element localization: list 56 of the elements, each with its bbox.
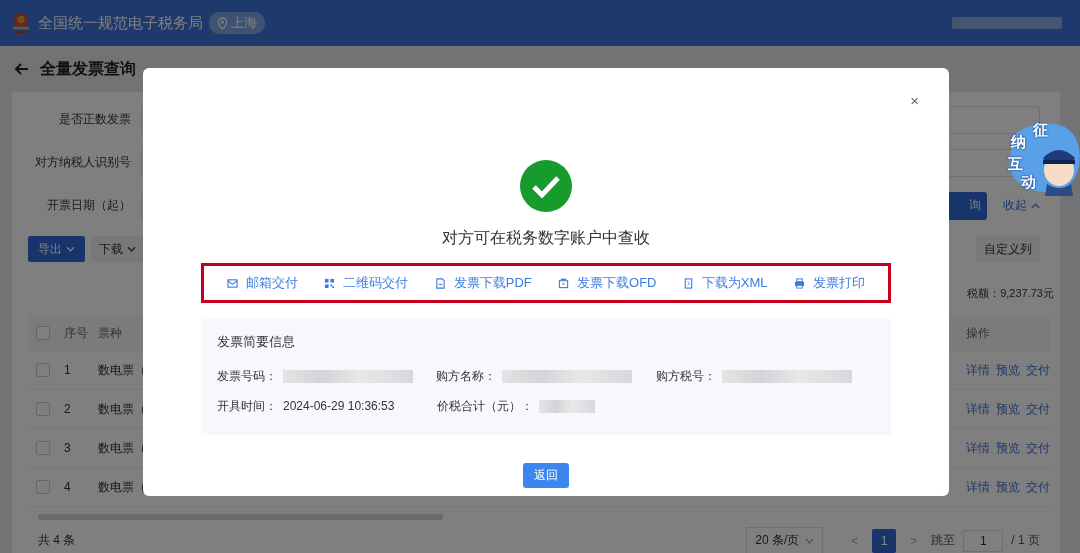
row-action-link[interactable]: 预览 (996, 478, 1020, 496)
jump-label: 跳至 (931, 532, 956, 549)
previous-page-button[interactable]: < (845, 532, 865, 549)
filter-label: 是否正数发票 (58, 111, 131, 128)
page-size-select[interactable]: 20 条/页 (746, 527, 824, 553)
row-action-link[interactable]: 预览 (996, 400, 1020, 418)
close-button[interactable]: × (906, 92, 923, 109)
delivery-action-link[interactable]: 发票打印 (793, 274, 865, 292)
mascot-text: 纳 (1011, 134, 1026, 149)
row-action-link[interactable]: 预览 (996, 439, 1020, 457)
site-title: 全国统一规范电子税务局 (38, 13, 203, 33)
row-action-link[interactable]: 详情 (966, 400, 990, 418)
tax-summary: 税额：9,237.73元 (967, 285, 1054, 301)
field-label: 开具时间： (217, 397, 277, 415)
page-title: 全量发票查询 (40, 58, 136, 79)
dropdown-button[interactable]: 导出 (28, 236, 85, 262)
field-label: 购方税号： (655, 367, 716, 385)
column-header: 序号 (64, 324, 89, 342)
mascot-text: 动 (1021, 174, 1036, 189)
page-button[interactable]: 1 (872, 528, 897, 553)
row-action-link[interactable]: 详情 (966, 361, 990, 379)
filter-label: 对方纳税人识别号 (34, 154, 131, 171)
table-cell-text: 2 (64, 402, 72, 416)
custom-columns-button[interactable]: 自定义列 (976, 236, 1040, 262)
table-cell-text: 4 (64, 480, 72, 494)
field-label: 购方名称： (436, 367, 497, 385)
row-action-link[interactable]: 交付 (1026, 478, 1050, 496)
next-page-button[interactable]: > (904, 532, 924, 549)
filter-label: 开票日期（起） (46, 197, 131, 214)
page-total: / 1 页 (1011, 532, 1040, 549)
delivery-action-link[interactable]: 发票下载PDF (434, 274, 532, 292)
row-action-link[interactable]: 交付 (1026, 400, 1050, 418)
row-action-link[interactable]: 预览 (996, 361, 1020, 379)
field-label: 价税合计（元）： (437, 397, 533, 415)
total-count: 共 4 条 (38, 532, 76, 549)
page-input[interactable]: 1 (963, 529, 1004, 552)
table-cell-text: 1 (64, 363, 72, 377)
field-label: 发票号码： (217, 367, 277, 385)
mascot-text: 征 (1033, 122, 1048, 137)
table-cell-text: 3 (64, 441, 72, 455)
row-action-link[interactable]: 交付 (1026, 361, 1050, 379)
row-action-link[interactable]: 交付 (1026, 439, 1050, 457)
row-action-link[interactable]: 详情 (966, 478, 990, 496)
collapse-link[interactable]: 收起 (1003, 197, 1040, 214)
row-action-link[interactable]: 详情 (966, 439, 990, 457)
delivery-action-link[interactable]: 下载为XML (682, 274, 768, 292)
dropdown-button[interactable]: 下载 (91, 236, 144, 262)
section-title: 发票简要信息 (217, 333, 296, 351)
return-button[interactable]: 返回 (523, 463, 569, 488)
delivery-action-link[interactable]: 二维码交付 (324, 274, 409, 292)
column-header: 操作 (966, 324, 991, 342)
field-value: 2024-06-29 10:36:53 (283, 399, 395, 413)
delivery-action-link[interactable]: 邮箱交付 (227, 274, 299, 292)
column-header: 票种 (98, 324, 123, 342)
delivery-action-link[interactable]: 发票下载OFD (558, 274, 657, 292)
success-message: 对方可在税务数字账户中查收 (442, 228, 650, 248)
